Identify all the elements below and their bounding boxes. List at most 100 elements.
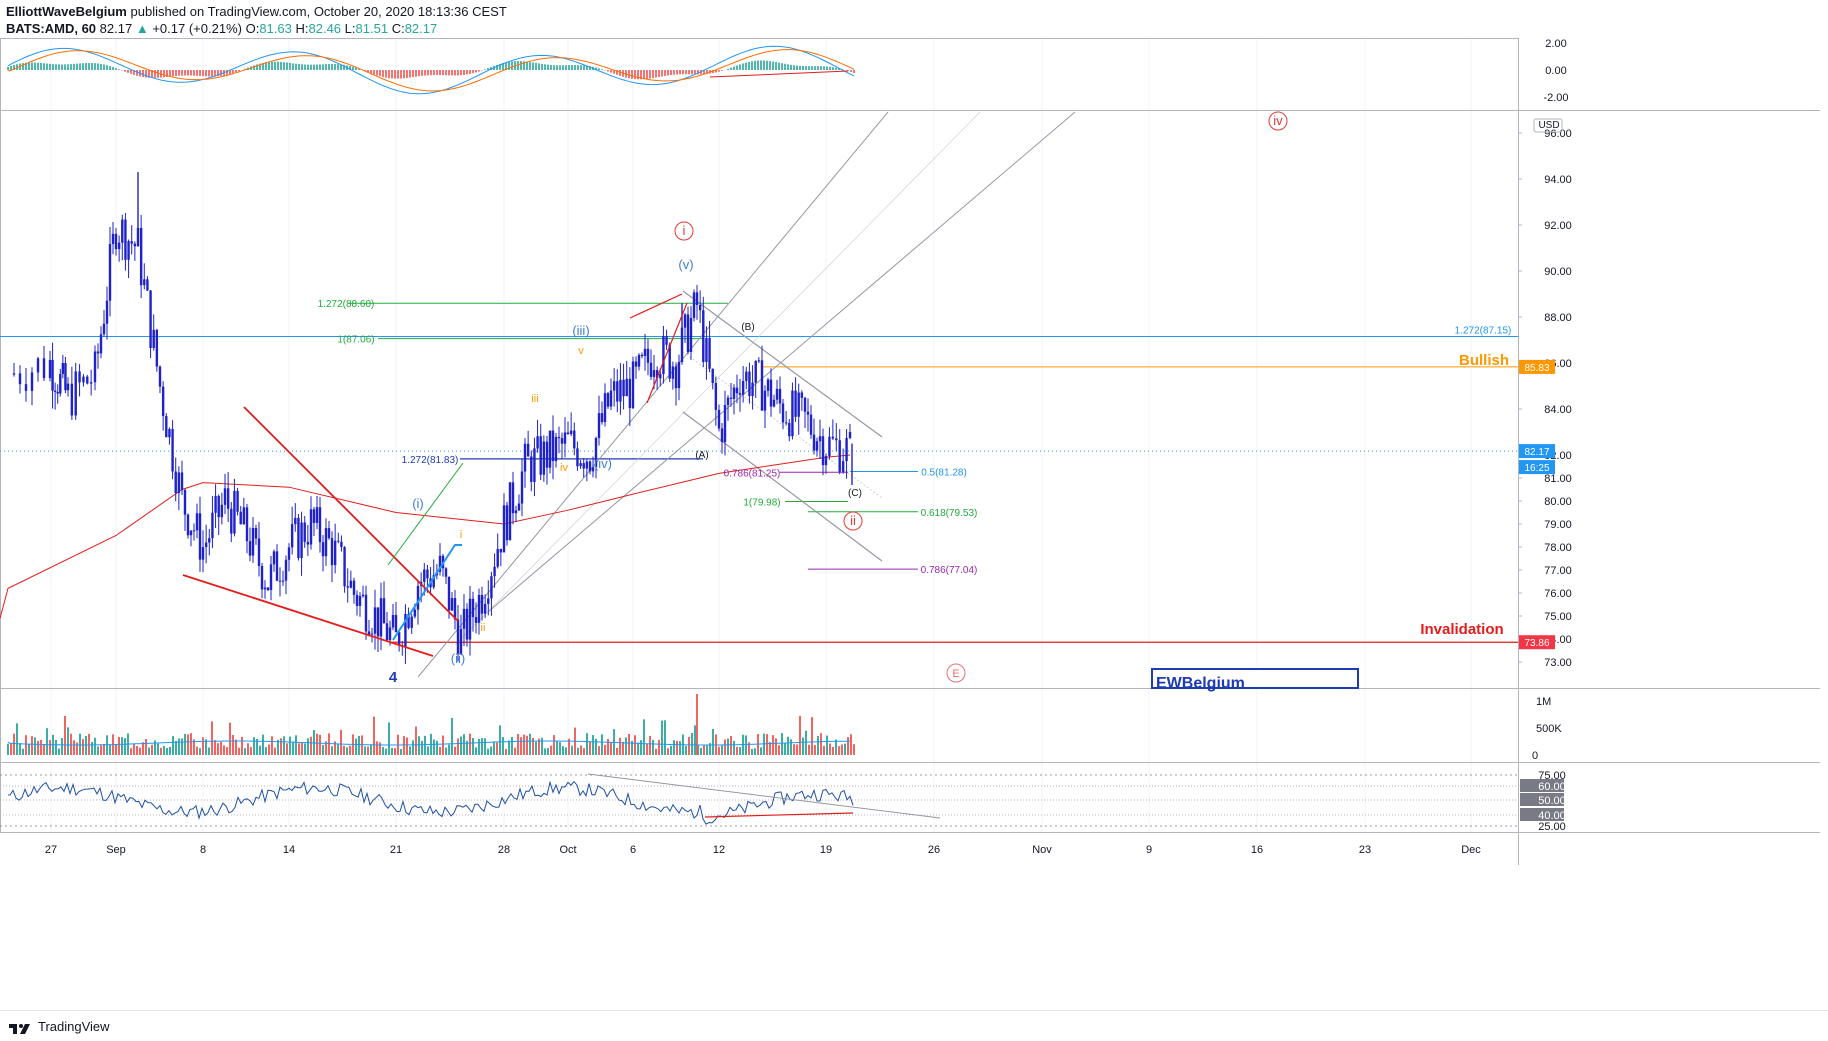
candle-body bbox=[82, 376, 85, 383]
candle-body bbox=[93, 351, 97, 383]
candle-body bbox=[324, 528, 328, 557]
candle-body bbox=[333, 540, 337, 566]
candle-body bbox=[183, 490, 187, 515]
candle-body bbox=[705, 337, 708, 362]
candle-body bbox=[848, 431, 852, 439]
candle-body bbox=[208, 538, 211, 543]
candle-body bbox=[493, 566, 496, 577]
candle-body bbox=[275, 551, 279, 581]
price-tag-label: 82.17 bbox=[1524, 447, 1549, 458]
candle-body bbox=[695, 292, 699, 306]
currency-label: USD bbox=[1538, 120, 1559, 131]
candle-body bbox=[36, 358, 40, 373]
candle-body bbox=[171, 429, 174, 472]
wave-label: (C) bbox=[848, 488, 862, 499]
candle-body bbox=[520, 471, 524, 504]
candle-body bbox=[284, 559, 288, 581]
candle-body bbox=[355, 594, 359, 606]
candle-body bbox=[576, 448, 579, 467]
candle-body bbox=[548, 430, 552, 468]
candle-body bbox=[468, 598, 472, 640]
candle-body bbox=[551, 430, 555, 462]
candle-body bbox=[327, 528, 331, 539]
candle-body bbox=[775, 388, 779, 400]
annotation-invalidation: Invalidation bbox=[1420, 621, 1503, 638]
time-tick-label: 9 bbox=[1146, 844, 1152, 856]
fib-label: 1.272(88.60) bbox=[318, 299, 375, 310]
candle-body bbox=[318, 507, 322, 543]
rsi-trendline bbox=[587, 773, 941, 819]
candle-body bbox=[726, 397, 730, 406]
time-tick-label: 12 bbox=[713, 844, 725, 856]
candle-body bbox=[754, 360, 757, 383]
candle-body bbox=[303, 522, 306, 542]
price-tick-label: 84.00 bbox=[1544, 404, 1572, 416]
candle-body bbox=[845, 438, 848, 462]
candle-body bbox=[471, 598, 475, 618]
candle-body bbox=[251, 528, 255, 556]
price-tick-label: 90.00 bbox=[1544, 266, 1572, 278]
candle-body bbox=[634, 361, 638, 367]
candle-body bbox=[698, 305, 702, 311]
candle-body bbox=[174, 471, 177, 494]
candle-body bbox=[841, 461, 845, 472]
candle-body bbox=[444, 568, 448, 577]
fib-label: 0.786(81.25) bbox=[724, 468, 781, 479]
candle-body bbox=[483, 603, 487, 614]
candle-body bbox=[729, 397, 733, 399]
fib-label: 1.272(81.83) bbox=[402, 455, 459, 466]
ema-line bbox=[0, 454, 851, 619]
price-tick-label: 81.00 bbox=[1544, 473, 1572, 485]
candle-body bbox=[152, 329, 155, 349]
time-tick-label: 28 bbox=[498, 844, 510, 856]
price-tick-label: 79.00 bbox=[1544, 519, 1572, 531]
candle-body bbox=[536, 436, 539, 449]
candle-body bbox=[239, 511, 242, 525]
tradingview-brand: TradingView bbox=[38, 1019, 110, 1034]
price-tick-label: 77.00 bbox=[1544, 565, 1572, 577]
candle-body bbox=[168, 429, 171, 438]
candle-body bbox=[809, 414, 813, 435]
time-tick-label: Oct bbox=[559, 844, 576, 856]
volume-bars bbox=[7, 715, 855, 755]
candle-body bbox=[563, 432, 567, 444]
candle-body bbox=[217, 495, 220, 518]
candle-body bbox=[294, 517, 297, 525]
fib-label: 0.786(77.04) bbox=[921, 565, 978, 576]
wave-label: (iv) bbox=[594, 456, 612, 471]
candle-body bbox=[86, 376, 89, 384]
candle-body bbox=[566, 432, 570, 435]
candle-body bbox=[505, 505, 509, 541]
wave-label: 4 bbox=[389, 669, 398, 686]
candle-body bbox=[376, 607, 380, 637]
volume-tick-label: 500K bbox=[1536, 723, 1562, 735]
candle-body bbox=[702, 310, 705, 362]
candle-body bbox=[306, 541, 310, 545]
candle-body bbox=[791, 390, 794, 437]
candlestick-series bbox=[12, 212, 852, 664]
time-tick-label: 26 bbox=[928, 844, 940, 856]
candle-body bbox=[260, 565, 264, 590]
candle-body bbox=[426, 569, 429, 579]
wave-label: iv bbox=[1273, 113, 1283, 128]
candle-body bbox=[158, 366, 162, 387]
tradingview-logo[interactable]: TradingView bbox=[8, 1019, 110, 1035]
candle-body bbox=[490, 576, 493, 599]
ending-diagonal-top bbox=[629, 293, 683, 319]
candle-body bbox=[108, 244, 112, 301]
wave-label: iv bbox=[560, 462, 568, 474]
candle-body bbox=[692, 292, 696, 318]
candle-body bbox=[223, 488, 227, 505]
candle-body bbox=[370, 633, 374, 635]
candle-body bbox=[230, 508, 233, 534]
candle-body bbox=[708, 337, 711, 369]
candle-body bbox=[56, 392, 59, 394]
candle-body bbox=[180, 472, 184, 491]
fib-label: 0.618(79.53) bbox=[921, 508, 978, 519]
candle-body bbox=[720, 428, 724, 442]
candle-body bbox=[569, 430, 573, 435]
price-tick-label: 94.00 bbox=[1544, 174, 1572, 186]
candle-body bbox=[560, 438, 564, 444]
chart-canvas[interactable]: 96.0094.0092.0090.0088.0086.0084.0082.00… bbox=[0, 0, 1828, 1010]
candle-body bbox=[89, 382, 93, 384]
